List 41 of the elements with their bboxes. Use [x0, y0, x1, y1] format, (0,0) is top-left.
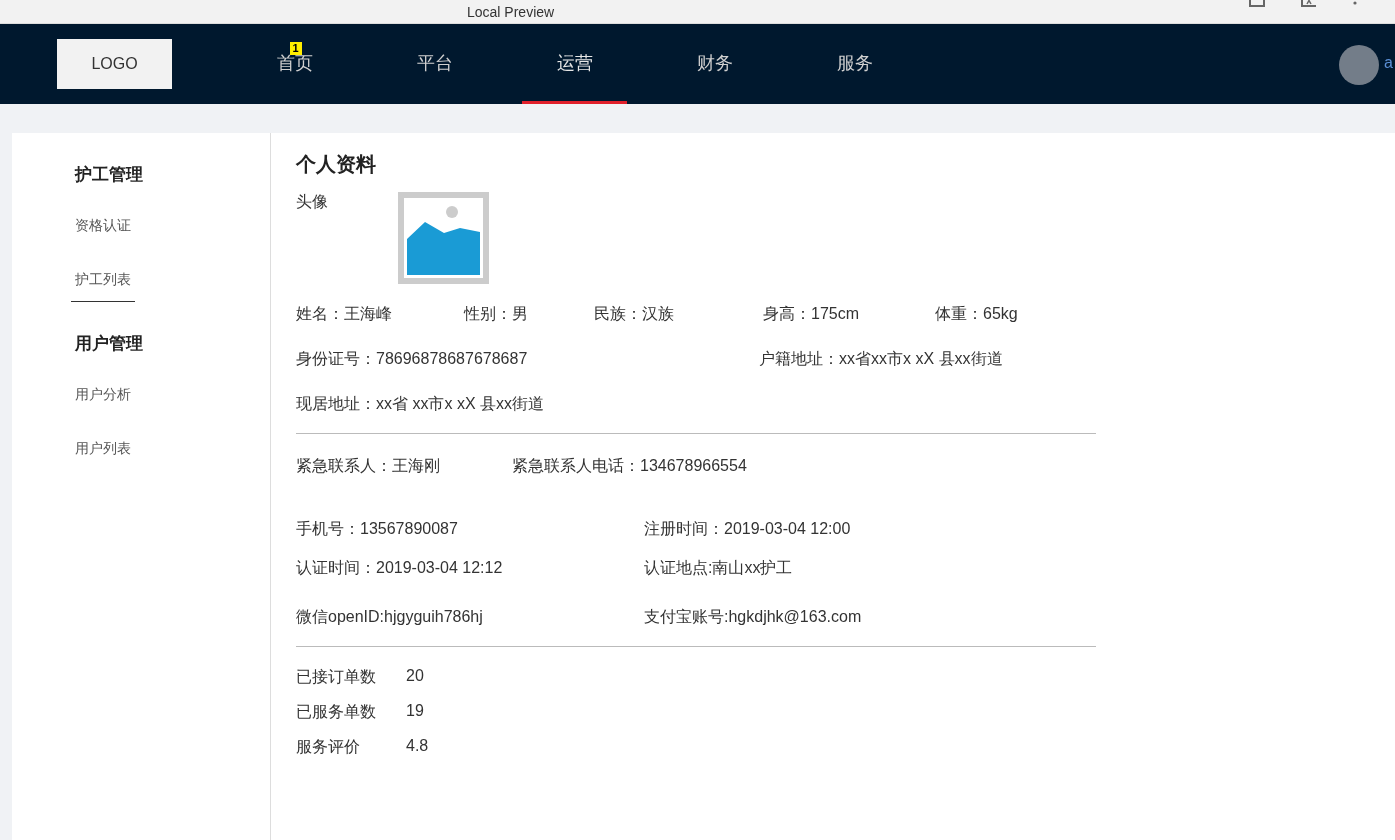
notification-badge: 1	[289, 42, 302, 55]
nav-tab[interactable]: 首页 1	[242, 24, 347, 104]
stat-value: 19	[406, 702, 424, 721]
info-text: 现居地址：xx省 xx市x xX 县xx街道	[296, 394, 545, 414]
nav-tab[interactable]: 财务	[662, 24, 767, 104]
browser-title: Local Preview	[467, 4, 555, 20]
info-text: 紧急联系人电话：134678966554	[512, 456, 748, 476]
info-text: 支付宝账号:hgkdjhk@163.com	[644, 607, 863, 627]
info-text: 户籍地址：xx省xx市x xX 县xx街道	[759, 349, 1004, 369]
sidebar-item[interactable]: 用户列表	[71, 440, 135, 471]
stat-label: 已接订单数	[296, 667, 377, 687]
sidebar-heading: 护工管理	[75, 164, 144, 186]
stat-value: 4.8	[406, 737, 429, 756]
nav-tab[interactable]: 运营	[522, 24, 627, 104]
stat-label: 服务评价	[296, 737, 361, 757]
user-name[interactable]: a	[1384, 54, 1393, 72]
user-avatar[interactable]	[1339, 45, 1379, 85]
nav-tab[interactable]: 平台	[382, 24, 487, 104]
info-text: 微信openID:hjgyguih786hj	[296, 607, 484, 627]
stat-value: 20	[406, 667, 424, 686]
sidebar-item[interactable]: 资格认证	[71, 217, 135, 248]
info-text: 注册时间：2019-03-04 12:00	[644, 519, 852, 539]
info-text: 手机号：13567890087	[296, 519, 459, 539]
info-text: 认证地点:南山xx护工	[644, 558, 794, 578]
image-placeholder-icon	[398, 192, 489, 284]
info-text: 紧急联系人：王海刚	[296, 456, 441, 476]
nav-tab[interactable]: 服务	[802, 24, 907, 104]
logo[interactable]: LOGO	[57, 39, 172, 89]
sidebar-item[interactable]: 护工列表	[71, 271, 135, 302]
info-text: 体重：65kg	[935, 304, 1019, 324]
sidebar-item[interactable]: 用户分析	[71, 386, 135, 417]
info-text: 身份证号：78696878687678687	[296, 349, 529, 369]
field-label: 头像	[296, 192, 328, 212]
page-title: 个人资料	[296, 152, 377, 177]
info-text: 身高：175cm	[763, 304, 861, 324]
info-text: 民族：汉族	[594, 304, 675, 324]
sidebar-heading: 用户管理	[75, 333, 144, 355]
info-text: 姓名：王海峰	[296, 304, 393, 324]
info-text: 认证时间：2019-03-04 12:12	[296, 558, 504, 578]
stat-label: 已服务单数	[296, 702, 377, 722]
info-text: 性别：男	[464, 304, 529, 324]
